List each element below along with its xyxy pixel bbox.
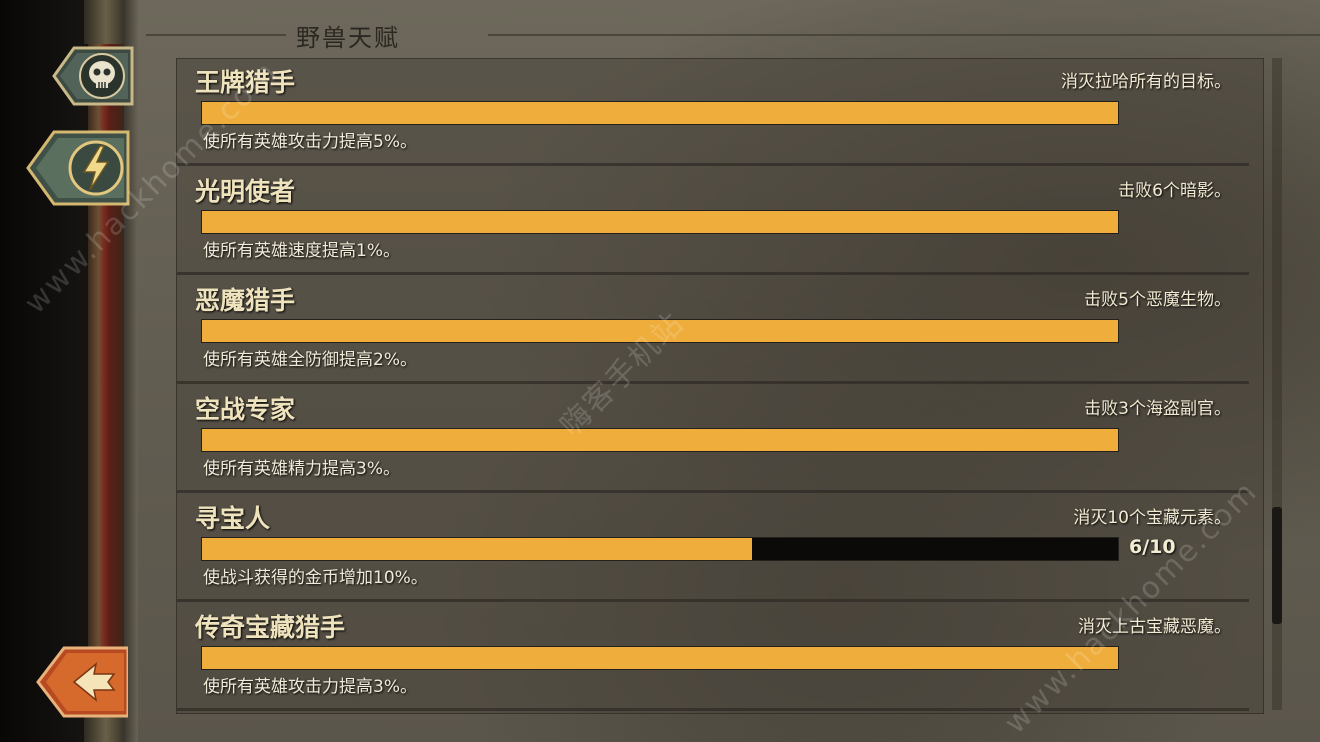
progress-bar-fill [202, 538, 752, 560]
scrollbar[interactable] [1272, 58, 1282, 710]
wooden-scroll-rod [88, 0, 124, 742]
talent-name: 寻宝人 [195, 504, 271, 533]
progress-bar [201, 101, 1119, 125]
progress-bar [201, 210, 1119, 234]
talent-row[interactable]: 王牌猎手 消灭拉哈所有的目标。使所有英雄攻击力提高5%。 [177, 59, 1249, 166]
lightning-tab-button[interactable] [24, 128, 130, 208]
rod-cap-top [84, 0, 128, 44]
talent-task: 消灭10个宝藏元素。 [1073, 508, 1231, 528]
progress-bar-fill [202, 647, 1118, 669]
talent-effect: 使所有英雄精力提高3%。 [203, 459, 400, 479]
progress-bar [201, 428, 1119, 452]
talent-name: 空战专家 [195, 395, 296, 424]
panel-title: 野兽天赋 [296, 24, 400, 52]
talent-task: 击败5个恶魔生物。 [1084, 290, 1231, 310]
progress-bar-fill [202, 429, 1118, 451]
progress-bar [201, 537, 1119, 561]
talent-effect: 使所有英雄速度提高1%。 [203, 241, 400, 261]
progress-bar-fill [202, 102, 1118, 124]
talent-row[interactable]: 传奇宝藏猎手 消灭上古宝藏恶魔。使所有英雄攻击力提高3%。 [177, 604, 1249, 711]
talent-row[interactable]: 光明使者 击败6个暗影。使所有英雄速度提高1%。 [177, 168, 1249, 275]
progress-count: 6/10 [1129, 536, 1176, 558]
talent-task: 消灭拉哈所有的目标。 [1061, 72, 1231, 92]
talent-effect: 使所有英雄全防御提高2%。 [203, 350, 417, 370]
talent-name: 恶魔猎手 [195, 286, 296, 315]
talent-name: 传奇宝藏猎手 [195, 613, 346, 642]
talent-list[interactable]: 王牌猎手 消灭拉哈所有的目标。 使所有英雄攻击力提高5%。 光明使者 击败6个暗影。 使所… [176, 58, 1264, 714]
talent-effect: 使战斗获得的金币增加10%。 [203, 568, 428, 588]
progress-bar-fill [202, 211, 1118, 233]
back-arrow-icon [36, 646, 128, 718]
back-button[interactable] [36, 644, 128, 720]
talent-effect: 使所有英雄攻击力提高3%。 [203, 677, 417, 697]
talent-task: 击败3个海盗副官。 [1084, 399, 1231, 419]
header-divider-right [488, 34, 1320, 36]
talent-name: 王牌猎手 [195, 68, 296, 97]
skull-icon [52, 46, 134, 106]
beast-tab-button[interactable] [40, 44, 134, 108]
talent-row[interactable]: 恶魔猎手 击败5个恶魔生物。使所有英雄全防御提高2%。 [177, 277, 1249, 384]
progress-bar [201, 646, 1119, 670]
progress-bar-fill [202, 320, 1118, 342]
talent-task: 消灭上古宝藏恶魔。 [1078, 617, 1231, 637]
panel-edge [124, 0, 138, 742]
talent-effect: 使所有英雄攻击力提高5%。 [203, 132, 417, 152]
scrollbar-thumb[interactable] [1272, 507, 1282, 624]
progress-bar [201, 319, 1119, 343]
talent-name: 光明使者 [195, 177, 296, 206]
lightning-icon [26, 130, 130, 206]
talent-task: 击败6个暗影。 [1118, 181, 1231, 201]
talent-row[interactable]: 寻宝人 消灭10个宝藏元素。 6/10 使战斗获得的金币增加10%。 [177, 495, 1249, 602]
header-divider-left [146, 34, 286, 36]
talent-row[interactable]: 空战专家 击败3个海盗副官。使所有英雄精力提高3%。 [177, 386, 1249, 493]
